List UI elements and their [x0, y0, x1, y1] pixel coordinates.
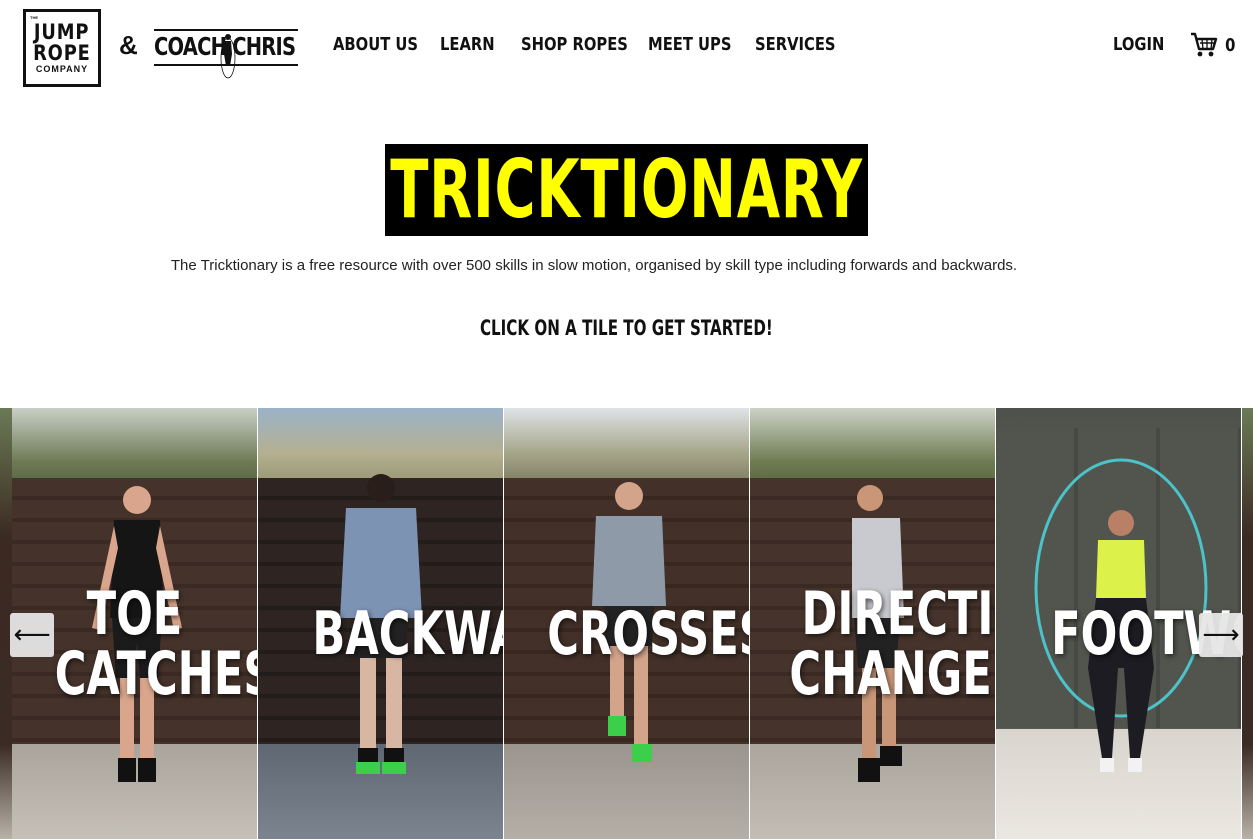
skill-carousel: TOE CATCHES BACKWARD [0, 408, 1253, 839]
cart-button[interactable]: 0 [1190, 32, 1237, 58]
nav-meet-ups[interactable]: MEET UPS [648, 34, 731, 55]
cart-icon [1191, 32, 1218, 57]
logo-company: COMPANY [35, 64, 89, 74]
page-title: TRICKTIONARY [390, 144, 863, 236]
carousel-tile[interactable]: BACKWARD [258, 408, 503, 839]
tile-label: CROSSES [504, 604, 749, 664]
page-description: The Tricktionary is a free resource with… [170, 257, 1018, 274]
logo-coach-chris-text: COACH CHRIS [154, 32, 296, 61]
nav-about-us[interactable]: ABOUT US [333, 34, 418, 55]
coach-chris-logo[interactable]: COACH CHRIS [154, 26, 299, 79]
login-link[interactable]: LOGIN [1113, 34, 1164, 55]
cta-heading: CLICK ON A TILE TO GET STARTED! [480, 316, 773, 340]
tile-label-line1: BACKWARD [312, 599, 503, 669]
nav-services[interactable]: SERVICES [755, 34, 836, 55]
nav-shop-ropes[interactable]: SHOP ROPES [521, 34, 628, 55]
logo-rule-bottom [154, 64, 298, 66]
carousel-next-button[interactable]: ⟶ [1199, 613, 1243, 657]
cta-heading-wrap: CLICK ON A TILE TO GET STARTED! [0, 316, 1253, 340]
carousel-tile[interactable]: CROSSES [504, 408, 749, 839]
cart-count: 0 [1225, 34, 1236, 56]
tile-photo [1242, 408, 1253, 839]
jumper-figure-icon [220, 34, 236, 79]
arrow-left-icon: ⟵ [13, 620, 51, 650]
logo-rule-top [154, 29, 298, 31]
carousel-prev-button[interactable]: ⟵ [10, 613, 54, 657]
tile-label-line1: DIRECTION [801, 579, 995, 649]
tile-label: BACKWARD [258, 604, 503, 664]
tile-label-line1: CROSSES [547, 599, 749, 669]
tile-label: DIRECTION CHANGE [750, 584, 995, 704]
nav-learn[interactable]: LEARN [440, 34, 495, 55]
logo-jump: JUMP [34, 20, 90, 44]
tile-label-line2: CHANGE [789, 639, 992, 709]
tile-label-line2: CATCHES [54, 639, 257, 709]
jump-rope-company-logo[interactable]: THE JUMP ROPE COMPANY [23, 9, 101, 87]
arrow-right-icon: ⟶ [1202, 620, 1240, 650]
carousel-tile[interactable]: DIRECTION CHANGE [750, 408, 995, 839]
ampersand: & [119, 30, 138, 60]
site-header: THE JUMP ROPE COMPANY & COACH CHRIS ABOU… [0, 0, 1253, 100]
carousel-tile-partial-right[interactable] [1242, 408, 1253, 839]
page-title-banner: TRICKTIONARY [385, 144, 868, 236]
logo-rope: ROPE [33, 41, 91, 65]
tile-label-line1: TOE [86, 579, 183, 649]
